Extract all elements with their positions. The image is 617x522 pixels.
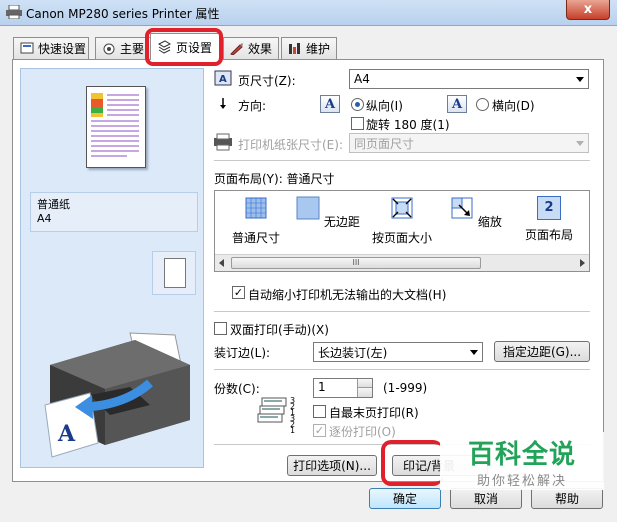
- help-button[interactable]: 帮助: [531, 488, 603, 509]
- watermark-logo: 百科全说 助你轻松解决: [440, 432, 604, 490]
- collate-checkbox[interactable]: ✓: [313, 424, 326, 437]
- copies-label: 份数(C):: [214, 382, 260, 396]
- scroll-left-icon[interactable]: [219, 259, 224, 267]
- normal-size-icon: [245, 197, 267, 219]
- printer-paper-icon: [214, 133, 232, 151]
- printer-paper-label: 打印机纸张尺寸(E):: [238, 138, 343, 152]
- sheet-thumbnail: [152, 251, 196, 295]
- last-page-first-checkbox[interactable]: [313, 405, 326, 418]
- layout-fit-to-page[interactable]: 按页面大小: [367, 196, 437, 248]
- duplex-checkbox[interactable]: [214, 322, 227, 335]
- copies-spinner[interactable]: 1: [313, 378, 373, 398]
- divider: [214, 369, 590, 370]
- tab-label: 主要: [120, 42, 145, 56]
- duplex-label[interactable]: 双面打印(手动)(X): [230, 321, 329, 338]
- watermark-subtitle: 助你轻松解决: [476, 474, 567, 489]
- page-layout-icon: 2: [537, 196, 561, 220]
- stapling-value: 长边装订(左): [318, 345, 388, 360]
- auto-reduce-checkbox[interactable]: ✓: [232, 286, 245, 299]
- window-title: Canon MP280 series Printer 属性: [26, 7, 220, 21]
- media-name: 普通纸: [37, 198, 70, 211]
- printer-paper-value: 同页面尺寸: [354, 136, 415, 151]
- printer-illustration-icon: A: [44, 332, 190, 458]
- stapling-dropdown[interactable]: 长边装订(左): [313, 342, 483, 362]
- spin-down-icon[interactable]: [357, 388, 372, 397]
- quick-setup-icon: [20, 42, 34, 54]
- media-size: A4: [37, 212, 52, 225]
- borderless-icon: [296, 196, 320, 220]
- collate-label[interactable]: 逐份打印(O): [329, 423, 396, 440]
- auto-reduce-label[interactable]: 自动缩小打印机无法输出的大文档(H): [248, 286, 446, 303]
- page-size-dropdown[interactable]: A4: [349, 69, 589, 89]
- spin-up-icon[interactable]: [357, 379, 372, 388]
- tab-label: 效果: [248, 42, 273, 56]
- button-highlight-annotation: [381, 440, 443, 486]
- fit-to-page-icon: [391, 197, 413, 219]
- media-info: 普通纸 A4: [30, 192, 198, 232]
- stack-order-numbers: 321321: [290, 396, 296, 435]
- tab-maintenance[interactable]: 维护: [281, 37, 337, 59]
- tab-main[interactable]: 主要: [95, 37, 151, 59]
- portrait-label[interactable]: 纵向(I): [366, 97, 403, 114]
- maintenance-icon: [289, 43, 300, 54]
- tab-label: 维护: [306, 42, 331, 56]
- layout-item-label: 无边距: [323, 215, 360, 229]
- page-layout-label: 页面布局(Y): 普通尺寸: [214, 172, 335, 186]
- layout-scaled[interactable]: 缩放: [441, 196, 511, 248]
- orientation-label: 方向:: [238, 99, 267, 113]
- copies-range: (1-999): [383, 381, 428, 395]
- chevron-down-icon: [470, 349, 478, 355]
- layout-page-layout[interactable]: 2 页面布局: [514, 196, 584, 248]
- svg-text:A: A: [57, 421, 76, 447]
- portrait-icon: A: [320, 95, 340, 113]
- printer-paper-dropdown[interactable]: 同页面尺寸: [349, 133, 589, 153]
- page-size-icon: A: [214, 70, 232, 86]
- portrait-radio[interactable]: [351, 98, 364, 111]
- chevron-down-icon: [576, 76, 584, 82]
- layout-horizontal-scrollbar[interactable]: III: [215, 254, 589, 271]
- page-preview: [86, 86, 146, 168]
- copies-value: 1: [318, 380, 326, 394]
- print-options-button[interactable]: 打印选项(N)...: [287, 455, 377, 476]
- stapling-label: 装订边(L):: [214, 346, 271, 360]
- layout-item-label: 按页面大小: [371, 231, 432, 245]
- chevron-down-icon: [576, 140, 584, 146]
- main-icon: [103, 43, 115, 55]
- scroll-right-icon[interactable]: [580, 259, 585, 267]
- layout-item-label: 普通尺寸: [231, 231, 280, 245]
- layout-borderless[interactable]: 无边距: [293, 196, 363, 248]
- scroll-thumb[interactable]: III: [231, 257, 481, 269]
- divider: [214, 160, 590, 161]
- page-size-label: 页尺寸(Z):: [238, 74, 296, 88]
- effects-icon: [230, 43, 243, 55]
- svg-text:A: A: [219, 74, 227, 85]
- tab-quick-setup[interactable]: 快速设置: [13, 37, 89, 59]
- specify-margin-button[interactable]: 指定边距(G)...: [494, 341, 590, 362]
- scaled-icon: [451, 197, 473, 219]
- close-button[interactable]: x: [566, 0, 610, 20]
- layout-item-label: 页面布局: [524, 228, 573, 242]
- tab-label: 快速设置: [38, 42, 87, 56]
- divider: [214, 311, 590, 312]
- watermark-title: 百科全说: [467, 440, 576, 470]
- cancel-button[interactable]: 取消: [450, 488, 522, 509]
- printer-icon: [6, 5, 22, 19]
- tab-highlight-annotation: [145, 28, 223, 66]
- page-size-value: A4: [354, 72, 370, 86]
- layout-item-label: 缩放: [477, 215, 502, 229]
- landscape-radio[interactable]: [476, 98, 489, 111]
- layout-normal-size[interactable]: 普通尺寸: [221, 196, 291, 248]
- last-page-first-label[interactable]: 自最末页打印(R): [329, 404, 419, 421]
- paper-stack-icon: [257, 397, 287, 423]
- tab-effects[interactable]: 效果: [223, 37, 279, 59]
- ok-button[interactable]: 确定: [369, 488, 441, 509]
- landscape-icon: A: [447, 95, 467, 113]
- arrow-down-icon: [220, 98, 226, 109]
- landscape-label[interactable]: 横向(D): [492, 97, 535, 114]
- rotate-180-checkbox[interactable]: [351, 117, 364, 130]
- rotate-180-label[interactable]: 旋转 180 度(1): [366, 116, 450, 133]
